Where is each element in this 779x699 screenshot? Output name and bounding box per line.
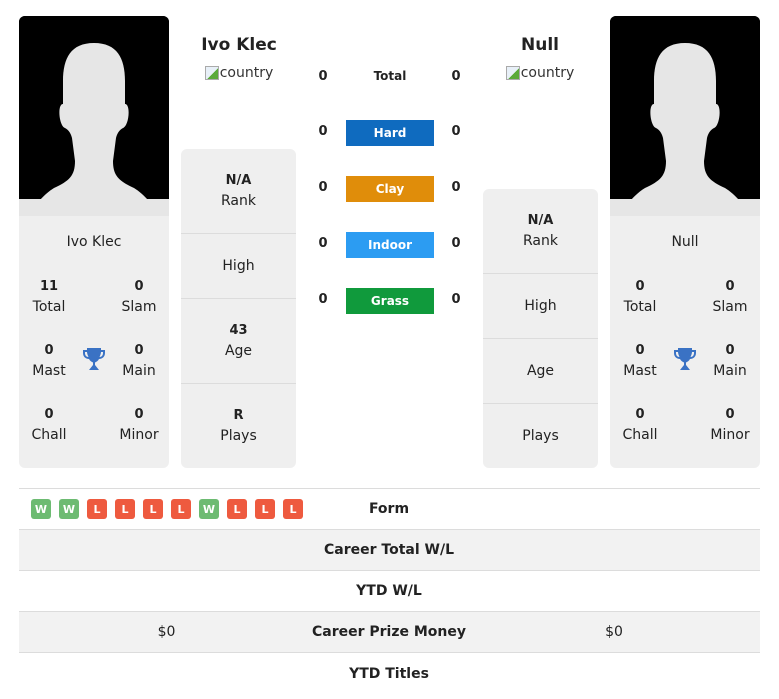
surface-indoor-badge: Indoor [346, 232, 434, 258]
form-badge-loss[interactable]: L [255, 499, 275, 519]
row-label: YTD Titles [349, 665, 429, 682]
table-row-ytd-wl: YTD W/L [19, 571, 760, 612]
player2-main-titles: 0 Main [713, 343, 747, 379]
player2-rank: N/A Rank [483, 189, 598, 274]
player2-total-titles: 0 Total [623, 279, 657, 315]
surface-hard-badge: Hard [346, 120, 434, 146]
p1-clay-wins: 0 [318, 180, 328, 195]
surface-row-grass: 0 Grass 0 [310, 288, 470, 314]
player2-name[interactable]: Null [470, 35, 610, 55]
row-label: Career Total W/L [324, 542, 454, 558]
player1-chall-titles: 0 Chall [31, 407, 67, 443]
player2-photo [610, 16, 760, 216]
form-badge-loss[interactable]: L [87, 499, 107, 519]
player1-form: WWLLLLWLLL [31, 499, 303, 519]
silhouette-icon [610, 16, 760, 216]
comparison-table: WWLLLLWLLL Form Career Total W/L YTD W/L… [19, 488, 760, 694]
player1-minor-titles: 0 Minor [119, 407, 159, 443]
p1-hard-wins: 0 [318, 124, 328, 139]
player2-value: $0 [605, 624, 623, 640]
player2-high: High [483, 274, 598, 339]
player1-name[interactable]: Ivo Klec [169, 35, 309, 55]
player2-card-name: Null [671, 234, 699, 250]
form-badge-loss[interactable]: L [227, 499, 247, 519]
player1-mast-titles: 0 Mast [32, 343, 66, 379]
player2-titles-card: Null 0 Total 0 Slam 0 Mast 0 Main 0 Chal… [610, 216, 760, 468]
surface-row-indoor: 0 Indoor 0 [310, 232, 470, 258]
p1-total-wins: 0 [318, 69, 328, 84]
player2-age: Age [483, 339, 598, 404]
silhouette-icon [19, 16, 169, 216]
table-row-career-total-wl: Career Total W/L [19, 530, 760, 571]
p1-grass-wins: 0 [318, 292, 328, 307]
surface-row-hard: 0 Hard 0 [310, 120, 470, 146]
surface-row-total: 0 Total 0 [310, 65, 470, 91]
p2-clay-wins: 0 [451, 180, 461, 195]
table-row-career-prize-money: $0 Career Prize Money $0 [19, 612, 760, 653]
surface-grass-badge: Grass [346, 288, 434, 314]
player1-main-titles: 0 Main [122, 343, 156, 379]
player2-chall-titles: 0 Chall [622, 407, 658, 443]
table-row-ytd-titles: YTD Titles [19, 653, 760, 694]
form-badge-loss[interactable]: L [143, 499, 163, 519]
surface-row-clay: 0 Clay 0 [310, 176, 470, 202]
form-badge-loss[interactable]: L [171, 499, 191, 519]
trophy-icon [82, 346, 106, 372]
player2-minor-titles: 0 Minor [710, 407, 750, 443]
player1-info-card: N/A Rank High 43 Age R Plays [181, 149, 296, 468]
player2-slam-titles: 0 Slam [712, 279, 748, 315]
p2-grass-wins: 0 [451, 292, 461, 307]
p2-total-wins: 0 [451, 69, 461, 84]
player1-total-titles: 11 Total [32, 279, 66, 315]
player1-high: High [181, 234, 296, 299]
player1-header: Ivo Klec country [169, 35, 309, 84]
player2-country-flag: country [505, 65, 574, 81]
player2-header: Null country [470, 35, 610, 84]
player1-country-flag: country [204, 65, 273, 81]
row-label: YTD W/L [356, 583, 422, 599]
form-badge-win[interactable]: W [199, 499, 219, 519]
trophy-icon [673, 346, 697, 372]
form-badge-win[interactable]: W [31, 499, 51, 519]
player1-titles-card: Ivo Klec 11 Total 0 Slam 0 Mast 0 Main 0… [19, 216, 169, 468]
p2-hard-wins: 0 [451, 124, 461, 139]
player2-plays: Plays [522, 428, 559, 444]
row-label: Form [368, 501, 410, 517]
surface-total-label: Total [373, 69, 407, 83]
form-badge-win[interactable]: W [59, 499, 79, 519]
table-row-form: WWLLLLWLLL Form [19, 489, 760, 530]
p1-indoor-wins: 0 [318, 236, 328, 251]
player1-plays: R Plays [220, 408, 257, 444]
surface-clay-badge: Clay [346, 176, 434, 202]
player1-age: 43 Age [181, 299, 296, 384]
player1-value: $0 [157, 624, 176, 640]
player1-rank: N/A Rank [181, 149, 296, 234]
broken-image-icon [204, 66, 219, 80]
player1-slam-titles: 0 Slam [121, 279, 157, 315]
form-badge-loss[interactable]: L [115, 499, 135, 519]
broken-image-icon [505, 66, 520, 80]
player1-card-name: Ivo Klec [66, 234, 122, 250]
player1-photo [19, 16, 169, 216]
p2-indoor-wins: 0 [451, 236, 461, 251]
player2-info-card: N/A Rank High Age Plays [483, 189, 598, 468]
player2-mast-titles: 0 Mast [623, 343, 657, 379]
row-label: Career Prize Money [311, 624, 466, 640]
